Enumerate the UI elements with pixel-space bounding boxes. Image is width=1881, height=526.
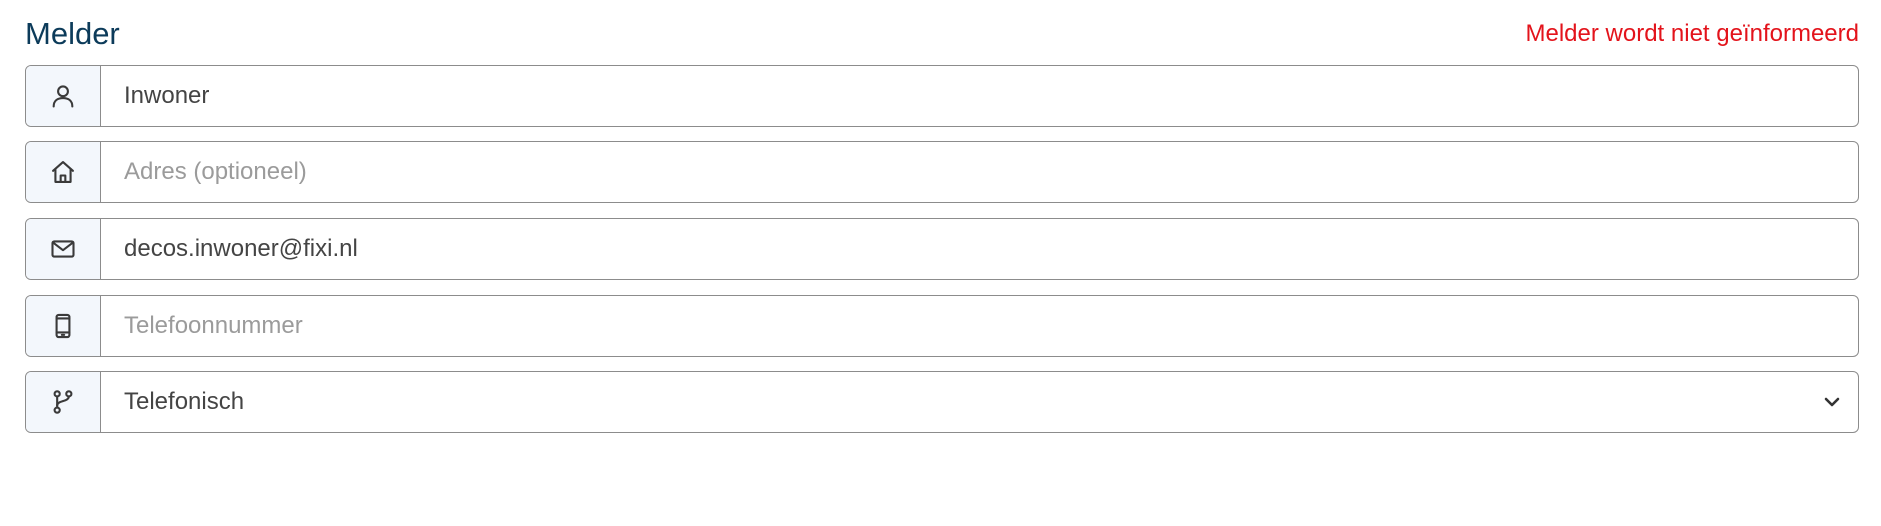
chevron-down-icon[interactable] xyxy=(1822,392,1842,412)
branch-icon xyxy=(53,390,73,414)
email-input[interactable] xyxy=(101,219,1858,279)
envelope-icon xyxy=(51,240,75,258)
mobile-phone-icon xyxy=(55,313,71,339)
home-icon-addon xyxy=(26,142,101,202)
email-field-group xyxy=(25,218,1859,280)
home-icon xyxy=(52,161,74,183)
name-field-group xyxy=(25,65,1859,127)
name-input[interactable] xyxy=(101,66,1858,126)
mobile-phone-icon-addon xyxy=(26,296,101,356)
phone-input[interactable] xyxy=(101,296,1858,356)
person-icon-addon xyxy=(26,66,101,126)
phone-field-group xyxy=(25,295,1859,357)
contact-channel-field-group: Telefonisch xyxy=(25,371,1859,433)
reporter-not-informed-notice: Melder wordt niet geïnformeerd xyxy=(1525,20,1860,47)
section-title: Melder xyxy=(25,16,120,51)
envelope-icon-addon xyxy=(26,219,101,279)
branch-icon-addon xyxy=(26,372,101,432)
person-icon xyxy=(52,85,74,108)
address-field-group xyxy=(25,141,1859,203)
contact-channel-select[interactable]: Telefonisch xyxy=(101,372,1858,432)
contact-channel-selected-value: Telefonisch xyxy=(124,388,245,415)
section-header: Melder Melder wordt niet geïnformeerd xyxy=(25,14,1859,54)
address-input[interactable] xyxy=(101,142,1858,202)
